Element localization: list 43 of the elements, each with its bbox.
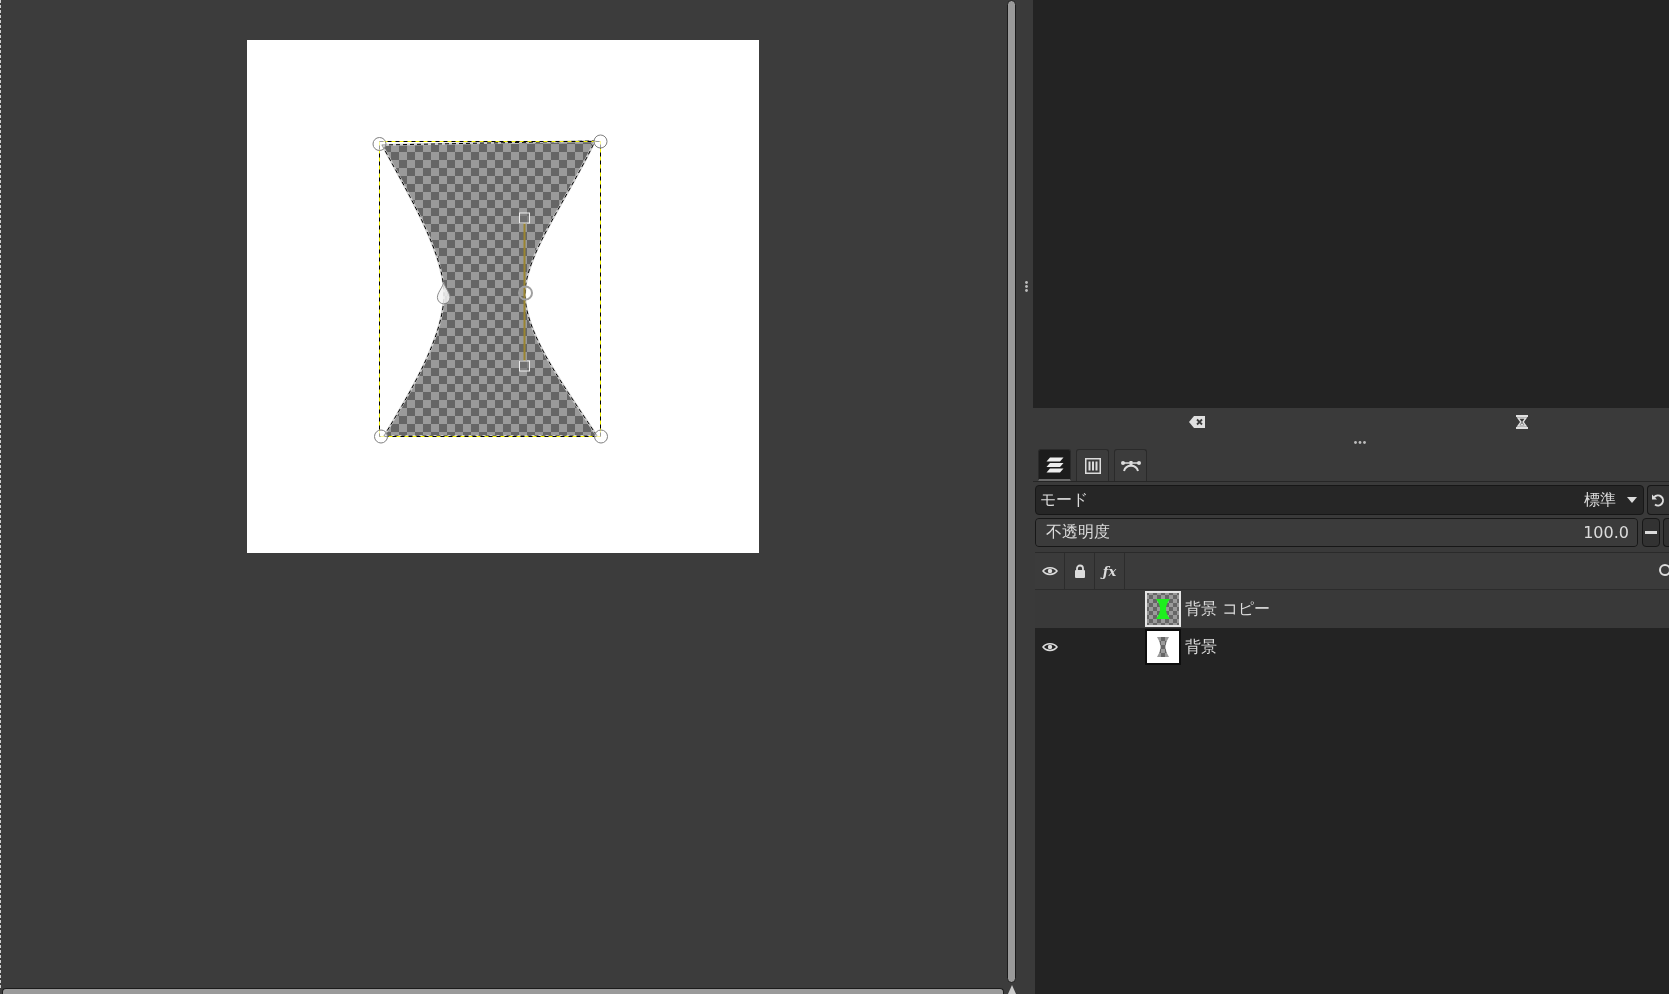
circle-handle[interactable] — [518, 285, 533, 301]
dock-tab[interactable] — [1076, 449, 1109, 481]
teardrop-handle[interactable] — [436, 282, 451, 305]
search-icon[interactable] — [1658, 564, 1669, 578]
opacity-value: 100.0 — [1583, 523, 1629, 542]
opacity-label: 不透明度 — [1046, 522, 1111, 543]
path-icon — [1120, 459, 1141, 472]
corner-handle[interactable] — [374, 429, 388, 444]
scroll-arrow-icon[interactable] — [1008, 985, 1016, 994]
lock-icon — [1073, 564, 1086, 578]
decrease-button[interactable] — [1642, 518, 1660, 547]
corner-handle[interactable] — [594, 429, 608, 444]
opacity-slider[interactable]: 不透明度 100.0 — [1035, 518, 1638, 547]
mode-value: 標準 — [1584, 489, 1616, 511]
square-handle[interactable] — [519, 360, 530, 372]
reset-icon — [1651, 493, 1665, 507]
layers-icon — [1045, 456, 1064, 473]
eye-icon — [1041, 566, 1058, 576]
caret-icon — [1627, 497, 1637, 503]
layer-row[interactable]: 背景 コピー — [1035, 590, 1669, 628]
scrollbar-thumb[interactable] — [2, 988, 1004, 994]
hourglass-icon[interactable] — [1516, 415, 1528, 429]
eye-icon[interactable] — [1042, 642, 1058, 652]
dock-tab[interactable] — [1114, 449, 1147, 481]
drag-handle-icon[interactable] — [1354, 441, 1366, 444]
layer-row[interactable]: 背景 — [1035, 628, 1669, 666]
mode-dropdown[interactable]: モード 標準 — [1035, 485, 1644, 515]
scrollbar-thumb[interactable] — [1007, 0, 1016, 983]
reset-button[interactable] — [1647, 485, 1669, 515]
corner-handle[interactable] — [372, 137, 387, 151]
layer-thumbnail — [1145, 591, 1181, 627]
effects-column-header[interactable]: ƒx — [1095, 553, 1125, 589]
corner-handle[interactable] — [593, 134, 608, 149]
channels-icon — [1084, 457, 1101, 474]
square-handle[interactable] — [519, 212, 530, 224]
backspace-icon[interactable] — [1188, 416, 1205, 428]
layer-thumbnail — [1145, 629, 1181, 665]
dock-tab[interactable] — [1038, 449, 1071, 481]
minus-icon — [1645, 531, 1657, 534]
drag-handle-icon[interactable] — [1025, 281, 1028, 292]
mode-label: モード — [1040, 489, 1089, 511]
layer-name: 背景 コピー — [1185, 598, 1271, 620]
layer-name: 背景 — [1185, 636, 1217, 658]
